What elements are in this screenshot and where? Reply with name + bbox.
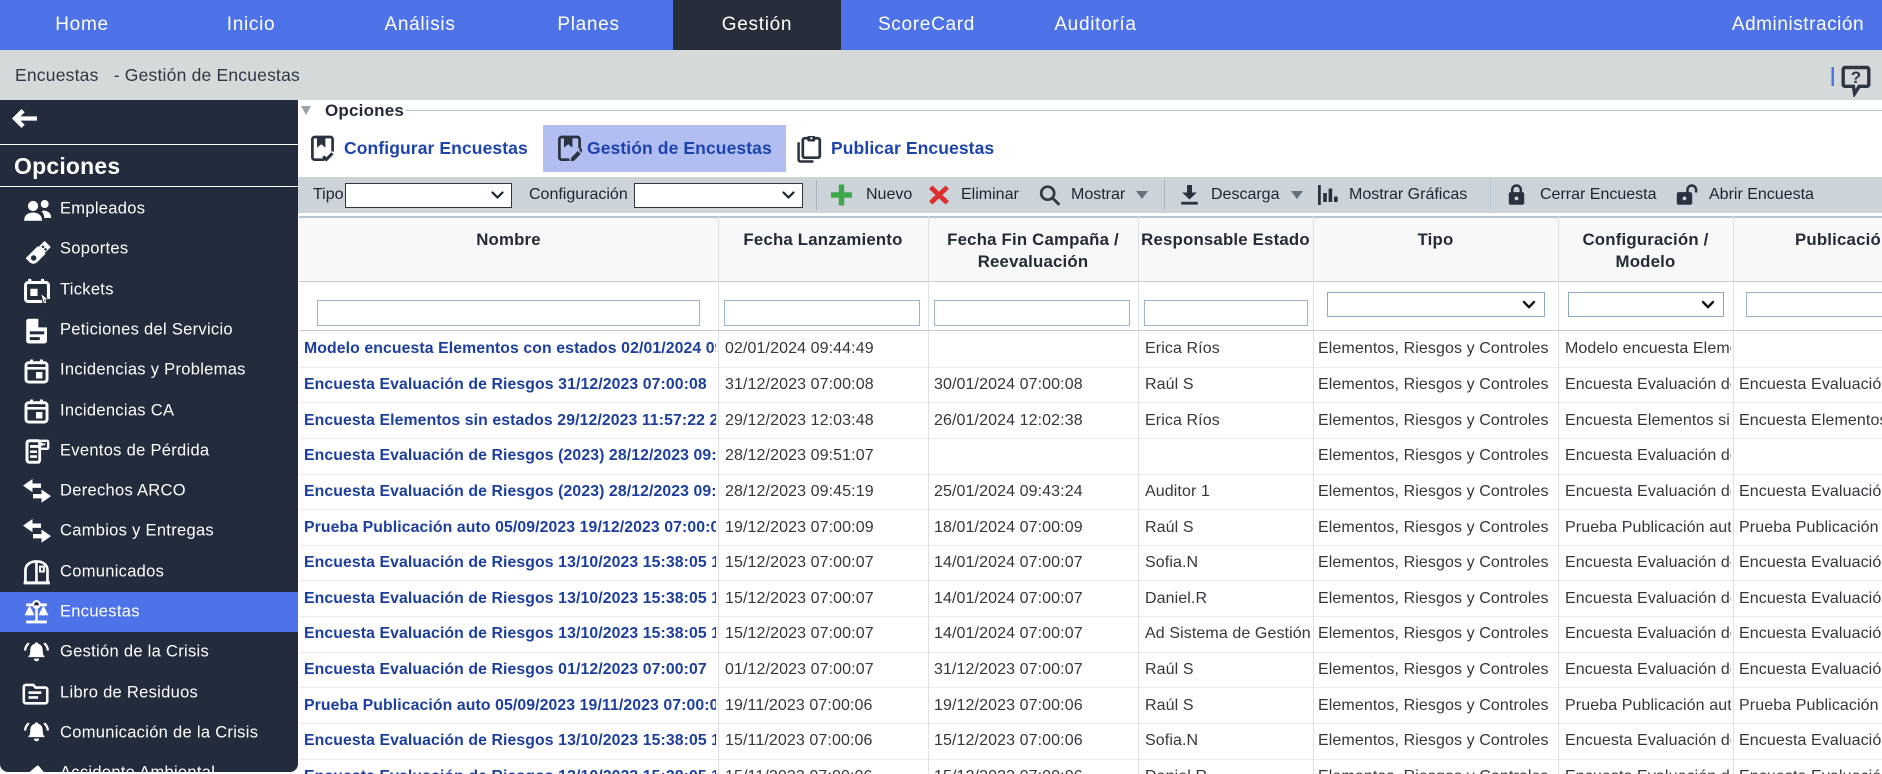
svg-text:?: ? (1851, 68, 1861, 87)
